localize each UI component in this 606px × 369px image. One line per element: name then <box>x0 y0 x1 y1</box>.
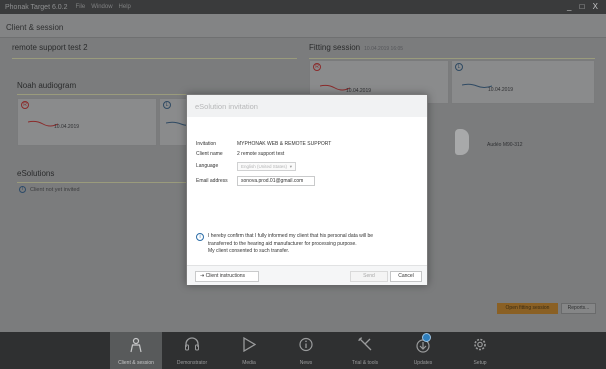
right-ear-icon: R <box>313 63 321 71</box>
menu-file[interactable]: File <box>76 4 86 10</box>
send-button[interactable]: Send <box>350 271 388 282</box>
play-icon <box>243 337 256 352</box>
dialog-title: eSolution invitation <box>187 95 427 117</box>
fitting-session-header: Fitting session 10.04.2019 16:05 <box>309 43 595 59</box>
nav-label: Media <box>242 360 256 366</box>
headphones-icon <box>185 337 199 351</box>
invitation-value: MYPHONAK WEB & REMOTE SUPPORT <box>237 141 332 147</box>
consent-line-2: transferred to the hearing aid manufactu… <box>208 240 357 247</box>
instructions-icon: ⇥ <box>200 273 205 279</box>
invitation-row: Invitation MYPHONAK WEB & REMOTE SUPPORT <box>196 141 331 147</box>
nav-setup[interactable]: Setup <box>460 332 500 369</box>
menu-window[interactable]: Window <box>91 4 112 10</box>
client-name-value: 2 remote support test <box>237 151 285 157</box>
right-ear-icon: R <box>21 101 29 109</box>
nav-updates[interactable]: Updates <box>402 332 444 369</box>
nav-label: News <box>299 360 313 366</box>
client-instructions-button[interactable]: ⇥ Client instructions <box>195 271 259 282</box>
noah-card-right[interactable]: R 10.04.2019 <box>17 98 157 146</box>
device-name: Audéo M90-312 <box>487 142 523 148</box>
bottom-nav: Client & session Demonstrator Media News… <box>0 332 606 369</box>
esolution-invitation-dialog: eSolution invitation Invitation MYPHONAK … <box>186 94 428 285</box>
noah-audiogram-title: Noah audiogram <box>17 81 297 95</box>
menu-help[interactable]: Help <box>119 4 131 10</box>
left-ear-icon: L <box>163 101 171 109</box>
nav-client-session[interactable]: Client & session <box>110 332 162 369</box>
nav-media[interactable]: Media <box>226 332 272 369</box>
info-icon <box>299 337 313 352</box>
nav-news[interactable]: News <box>286 332 326 369</box>
client-name-label: Client name <box>196 151 223 157</box>
nav-label: Updates <box>413 360 433 366</box>
email-label: Email address <box>196 178 228 184</box>
fitting-card-left-date: 10.04.2019 <box>488 87 514 93</box>
esolutions-status: i Client not yet invited <box>19 186 80 193</box>
consent-notice: i I hereby confirm that I fully informed… <box>196 233 424 256</box>
client-name-row: Client name 2 remote support test <box>196 151 284 157</box>
fitting-session-label: Fitting session <box>309 43 361 52</box>
noah-card-right-date: 10.04.2019 <box>54 124 80 130</box>
nav-label: Demonstrator <box>176 360 208 366</box>
email-field[interactable]: sonova.prod.01@gmail.com <box>237 176 315 186</box>
info-icon: i <box>19 186 26 193</box>
language-select-value: English (United States) <box>241 164 288 169</box>
language-label: Language <box>196 163 219 169</box>
info-icon: i <box>196 233 204 241</box>
nav-label: Client & session <box>118 360 154 366</box>
reports-button[interactable]: Reports... <box>561 303 596 314</box>
consent-line-1: I hereby confirm that I fully informed m… <box>208 233 374 239</box>
chevron-down-icon: ▾ <box>289 164 292 169</box>
open-fitting-session-button[interactable]: Open fitting session <box>497 303 558 314</box>
esolutions-status-text: Client not yet invited <box>30 186 80 193</box>
person-icon <box>130 337 142 353</box>
nav-trial-tools[interactable]: Trial & tools <box>342 332 388 369</box>
app-title: Phonak Target 6.0.2 <box>5 3 68 11</box>
fitting-card-left[interactable]: L 10.04.2019 <box>451 60 595 104</box>
title-bar: Phonak Target 6.0.2 File Window Help _ □… <box>0 0 606 14</box>
language-select[interactable]: English (United States) ▾ <box>237 162 296 171</box>
window-controls[interactable]: _ □ X <box>567 2 601 11</box>
hearing-aid-icon <box>455 129 469 155</box>
gear-icon <box>474 338 486 351</box>
language-row: Language <box>196 163 237 169</box>
nav-label: Trial & tools <box>351 360 379 366</box>
page-title: Client & session <box>0 14 606 38</box>
dialog-footer: ⇥ Client instructions Send Cancel <box>187 265 427 285</box>
update-badge-icon <box>422 333 431 342</box>
fitting-session-date: 10.04.2019 16:05 <box>364 46 404 52</box>
cancel-button[interactable]: Cancel <box>390 271 422 282</box>
client-instructions-label: Client instructions <box>205 273 246 279</box>
nav-label: Setup <box>473 360 487 366</box>
left-ear-icon: L <box>455 63 463 71</box>
tools-icon <box>358 337 372 351</box>
client-name[interactable]: remote support test 2 <box>12 43 297 59</box>
nav-demonstrator[interactable]: Demonstrator <box>168 332 216 369</box>
email-row: Email address <box>196 178 237 184</box>
consent-line-3: My client consented to such transfer. <box>208 248 290 254</box>
invitation-label: Invitation <box>196 141 217 147</box>
